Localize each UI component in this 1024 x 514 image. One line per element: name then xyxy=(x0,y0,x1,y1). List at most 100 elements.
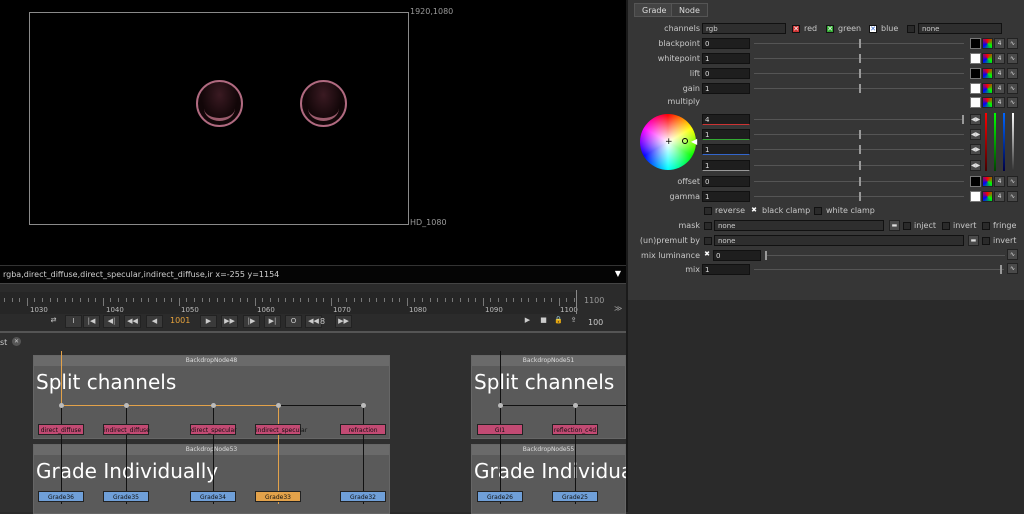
multiply-curve-icon[interactable]: ∿ xyxy=(1007,97,1018,108)
alpha-checkbox[interactable] xyxy=(907,25,915,33)
shuffle-node-direct-specular[interactable]: direct_specular xyxy=(190,424,237,435)
master-vertical-slider[interactable] xyxy=(1012,113,1014,171)
invert-unpremult-checkbox[interactable] xyxy=(982,237,990,245)
wheel-handle[interactable] xyxy=(682,138,688,144)
blue-vertical-slider[interactable] xyxy=(1003,113,1005,171)
unpremult-channel-button[interactable]: ▬ xyxy=(968,235,979,246)
grade-node[interactable]: Grade26 xyxy=(477,491,523,502)
in-point-icon[interactable]: I xyxy=(65,315,82,328)
curve-icon[interactable]: ∿ xyxy=(1007,263,1018,274)
gamma-curve-icon[interactable]: ∿ xyxy=(1007,191,1018,202)
dot-node[interactable] xyxy=(276,403,281,408)
curve-icon[interactable]: ∿ xyxy=(1007,249,1018,260)
gain-color-picker-icon[interactable] xyxy=(982,83,993,94)
whitepoint-color-picker-icon[interactable] xyxy=(982,53,993,64)
multiply-channel-arrows-icon[interactable]: ◀▶ xyxy=(970,129,981,140)
lift-color-picker-icon[interactable] xyxy=(982,68,993,79)
last-frame-icon[interactable]: ▶| xyxy=(264,315,281,328)
blackpoint-color-picker-icon[interactable] xyxy=(982,38,993,49)
tab-grade[interactable]: Grade xyxy=(634,3,675,17)
gain-curve-icon[interactable]: ∿ xyxy=(1007,83,1018,94)
fps-field[interactable]: 100 xyxy=(588,318,603,327)
dot-node[interactable] xyxy=(124,403,129,408)
step-back-icon[interactable]: ◀◀ xyxy=(124,315,141,328)
lift-color-swatch[interactable] xyxy=(970,68,981,79)
shuffle-node-indirect-specular[interactable]: indirect_specular xyxy=(255,424,307,435)
info-dropdown-icon[interactable]: ▼ xyxy=(615,269,621,278)
expand-icon[interactable]: ≫ xyxy=(614,304,622,313)
grade-node[interactable]: Grade35 xyxy=(103,491,149,502)
tab-node[interactable]: Node xyxy=(671,3,708,17)
shuffle-node-indirect-diffuse[interactable]: indirect_diffuse xyxy=(103,424,150,435)
fringe-checkbox[interactable] xyxy=(982,222,990,230)
gamma-color-swatch[interactable] xyxy=(970,191,981,202)
shuffle-node-refraction[interactable]: refraction xyxy=(340,424,386,435)
multiply-1-slider[interactable] xyxy=(754,129,964,140)
multiply-3-field[interactable]: 1 xyxy=(702,160,750,171)
shuffle-node-reflection[interactable]: reflection_c4d xyxy=(552,424,598,435)
dot-node[interactable] xyxy=(498,403,503,408)
export-icon[interactable]: ⇪ xyxy=(565,315,582,328)
multiply-0-field[interactable]: 4 xyxy=(702,114,750,125)
lift-curve-icon[interactable]: ∿ xyxy=(1007,68,1018,79)
lift-field[interactable]: 0 xyxy=(702,68,750,79)
shuffle-node-gi1[interactable]: GI1 xyxy=(477,424,523,435)
out-point-icon[interactable]: O xyxy=(285,315,302,328)
channels-dropdown[interactable]: rgb xyxy=(702,23,786,34)
green-vertical-slider[interactable] xyxy=(994,113,996,171)
next-key-icon[interactable]: |▶ xyxy=(243,315,260,328)
gamma-color-picker-icon[interactable] xyxy=(982,191,993,202)
red-checkbox[interactable]: ✕ xyxy=(792,25,800,33)
playhead[interactable] xyxy=(576,290,577,314)
play-forward-icon[interactable]: ▶ xyxy=(200,315,217,328)
grade-node[interactable]: Grade36 xyxy=(38,491,84,502)
inject-checkbox[interactable] xyxy=(903,222,911,230)
offset-field[interactable]: 0 xyxy=(702,176,750,187)
dot-node[interactable] xyxy=(573,403,578,408)
green-checkbox[interactable]: ✕ xyxy=(826,25,834,33)
dot-node[interactable] xyxy=(211,403,216,408)
step-forward-icon[interactable]: ▶▶ xyxy=(221,315,238,328)
mask-enable-checkbox[interactable] xyxy=(704,222,712,230)
close-tab-icon[interactable]: ✕ xyxy=(12,337,21,346)
multiply-color-picker-icon[interactable] xyxy=(982,97,993,108)
shuffle-node-direct-diffuse[interactable]: direct_diffuse xyxy=(38,424,84,435)
backdrop-grade-left[interactable]: BackdropNode53 Grade Individually xyxy=(33,444,390,514)
white-clamp-checkbox[interactable] xyxy=(814,207,822,215)
gain-color-swatch[interactable] xyxy=(970,83,981,94)
playback-mode-icon[interactable]: ▶ xyxy=(519,315,536,328)
viewer[interactable]: 1920,1080 HD_1080 xyxy=(0,0,626,265)
black-clamp-checkbox[interactable]: ✖ xyxy=(750,207,758,215)
whitepoint-curve-icon[interactable]: ∿ xyxy=(1007,53,1018,64)
whitepoint-color-swatch[interactable] xyxy=(970,53,981,64)
grade-node-selected[interactable]: Grade33 xyxy=(255,491,301,502)
gamma-channel-count[interactable]: 4 xyxy=(994,191,1005,202)
mask-channel-button[interactable]: ▬ xyxy=(889,220,900,231)
gain-slider[interactable] xyxy=(754,83,964,94)
lift-channel-count[interactable]: 4 xyxy=(994,68,1005,79)
unpremult-checkbox[interactable] xyxy=(704,237,712,245)
multiply-2-field[interactable]: 1 xyxy=(702,144,750,155)
blue-checkbox[interactable]: ✕ xyxy=(869,25,877,33)
reverse-checkbox[interactable] xyxy=(704,207,712,215)
loop-icon[interactable]: ⇄ xyxy=(45,315,62,328)
offset-color-swatch[interactable] xyxy=(970,176,981,187)
dot-node[interactable] xyxy=(59,403,64,408)
multiply-1-field[interactable]: 1 xyxy=(702,129,750,140)
blackpoint-color-swatch[interactable] xyxy=(970,38,981,49)
node-graph[interactable]: st ✕ BackdropNode48 Split channels Backd… xyxy=(0,331,633,514)
first-frame-icon[interactable]: |◀ xyxy=(83,315,100,328)
blackpoint-channel-count[interactable]: 4 xyxy=(994,38,1005,49)
grade-node[interactable]: Grade32 xyxy=(340,491,386,502)
offset-channel-count[interactable]: 4 xyxy=(994,176,1005,187)
offset-curve-icon[interactable]: ∿ xyxy=(1007,176,1018,187)
dot-node[interactable] xyxy=(361,403,366,408)
multiply-channel-count[interactable]: 4 xyxy=(994,97,1005,108)
multiply-channel-arrows-icon[interactable]: ◀▶ xyxy=(970,114,981,125)
gamma-slider[interactable] xyxy=(754,191,964,202)
lift-slider[interactable] xyxy=(754,68,964,79)
step-field[interactable]: 8 xyxy=(320,317,325,326)
graph-tab-label[interactable]: st xyxy=(0,338,7,347)
blackpoint-field[interactable]: 0 xyxy=(702,38,750,49)
multiply-0-slider[interactable] xyxy=(754,114,964,125)
